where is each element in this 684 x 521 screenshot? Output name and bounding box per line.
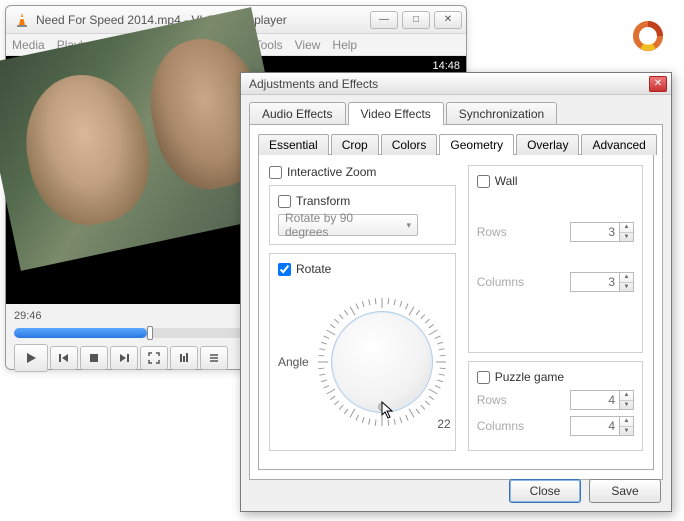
puzzle-rows-row: Rows ▲▼ bbox=[477, 390, 634, 410]
puzzle-cols-row: Columns ▲▼ bbox=[477, 416, 634, 436]
geometry-panel: Interactive Zoom Transform Rotate by 90 … bbox=[258, 154, 654, 470]
dialog-close-button[interactable]: ✕ bbox=[649, 76, 667, 92]
puzzle-rows-spinner[interactable]: ▲▼ bbox=[570, 390, 634, 410]
adjustments-dialog: Adjustments and Effects ✕ Audio Effects … bbox=[240, 72, 672, 512]
play-button[interactable] bbox=[14, 344, 48, 372]
angle-value: 22 bbox=[437, 417, 450, 431]
puzzle-input[interactable] bbox=[477, 371, 490, 384]
ring-icon bbox=[632, 20, 664, 52]
interactive-zoom-checkbox[interactable]: Interactive Zoom bbox=[269, 165, 456, 179]
prev-button[interactable] bbox=[50, 346, 78, 370]
elapsed-time: 29:46 bbox=[14, 310, 42, 322]
transform-checkbox[interactable]: Transform bbox=[278, 194, 447, 208]
subtab-essential[interactable]: Essential bbox=[258, 134, 329, 155]
wall-rows-label: Rows bbox=[477, 225, 507, 239]
puzzle-checkbox[interactable]: Puzzle game bbox=[477, 370, 634, 384]
wall-cols-label: Columns bbox=[477, 275, 524, 289]
wall-cols-stepper[interactable]: ▲▼ bbox=[620, 272, 634, 292]
wall-input[interactable] bbox=[477, 175, 490, 188]
wall-cols-spinner[interactable]: ▲▼ bbox=[570, 272, 634, 292]
minimize-button[interactable]: — bbox=[370, 11, 398, 29]
wall-rows-spinner[interactable]: ▲▼ bbox=[570, 222, 634, 242]
wall-label: Wall bbox=[495, 174, 518, 188]
sub-tabstrip: Essential Crop Colors Geometry Overlay A… bbox=[258, 133, 654, 154]
fullscreen-button[interactable] bbox=[140, 346, 168, 370]
transform-label: Transform bbox=[296, 194, 350, 208]
tab-audio-effects[interactable]: Audio Effects bbox=[249, 102, 346, 125]
puzzle-rows-input[interactable] bbox=[570, 390, 620, 410]
video-timestamp: 14:48 bbox=[432, 60, 460, 72]
rotate-checkbox[interactable]: Rotate bbox=[278, 262, 447, 276]
puzzle-group: Puzzle game Rows ▲▼ Columns ▲▼ bbox=[468, 361, 643, 451]
puzzle-cols-input[interactable] bbox=[570, 416, 620, 436]
puzzle-label: Puzzle game bbox=[495, 370, 564, 384]
wall-group: Wall Rows ▲▼ Columns ▲▼ bbox=[468, 165, 643, 353]
maximize-button[interactable]: □ bbox=[402, 11, 430, 29]
subtab-crop[interactable]: Crop bbox=[331, 134, 379, 155]
subtab-advanced[interactable]: Advanced bbox=[581, 134, 656, 155]
puzzle-cols-label: Columns bbox=[477, 419, 524, 433]
wall-checkbox[interactable]: Wall bbox=[477, 174, 634, 188]
stop-button[interactable] bbox=[80, 346, 108, 370]
dialog-button-row: Close Save bbox=[509, 479, 661, 503]
left-column: Interactive Zoom Transform Rotate by 90 … bbox=[269, 165, 456, 459]
menu-media[interactable]: Media bbox=[12, 38, 45, 52]
wall-rows-row: Rows ▲▼ bbox=[477, 222, 634, 242]
puzzle-rows-label: Rows bbox=[477, 393, 507, 407]
wall-cols-row: Columns ▲▼ bbox=[477, 272, 634, 292]
transform-select[interactable]: Rotate by 90 degrees bbox=[278, 214, 418, 236]
rotate-label: Rotate bbox=[296, 262, 331, 276]
dialog-titlebar[interactable]: Adjustments and Effects ✕ bbox=[241, 73, 671, 95]
angle-dial-row: Angle 22 bbox=[278, 282, 447, 442]
menu-view[interactable]: View bbox=[295, 38, 321, 52]
dial-knob[interactable] bbox=[331, 311, 433, 413]
wall-rows-input[interactable] bbox=[570, 222, 620, 242]
interactive-zoom-label: Interactive Zoom bbox=[287, 165, 376, 179]
transform-group: Transform Rotate by 90 degrees bbox=[269, 185, 456, 245]
tab-panel: Essential Crop Colors Geometry Overlay A… bbox=[249, 124, 663, 480]
subtab-colors[interactable]: Colors bbox=[381, 134, 438, 155]
playlist-button[interactable] bbox=[200, 346, 228, 370]
angle-dial[interactable]: 22 bbox=[317, 297, 447, 427]
tab-synchronization[interactable]: Synchronization bbox=[446, 102, 557, 125]
seek-handle[interactable] bbox=[147, 326, 153, 340]
subtab-overlay[interactable]: Overlay bbox=[516, 134, 579, 155]
puzzle-rows-stepper[interactable]: ▲▼ bbox=[620, 390, 634, 410]
wall-cols-input[interactable] bbox=[570, 272, 620, 292]
seek-progress bbox=[14, 328, 147, 338]
right-column: Wall Rows ▲▼ Columns ▲▼ bbox=[468, 165, 643, 459]
transform-option: Rotate by 90 degrees bbox=[285, 211, 399, 239]
rotate-input[interactable] bbox=[278, 263, 291, 276]
wall-rows-stepper[interactable]: ▲▼ bbox=[620, 222, 634, 242]
next-button[interactable] bbox=[110, 346, 138, 370]
close-button[interactable]: ✕ bbox=[434, 11, 462, 29]
interactive-zoom-input[interactable] bbox=[269, 166, 282, 179]
vlc-cone-icon bbox=[14, 12, 30, 28]
cursor-icon bbox=[381, 401, 397, 421]
save-button[interactable]: Save bbox=[589, 479, 661, 503]
rotate-group: Rotate Angle 22 bbox=[269, 253, 456, 451]
main-tabstrip: Audio Effects Video Effects Synchronizat… bbox=[241, 95, 671, 124]
subtab-geometry[interactable]: Geometry bbox=[439, 134, 514, 155]
tab-video-effects[interactable]: Video Effects bbox=[348, 102, 444, 125]
menu-help[interactable]: Help bbox=[332, 38, 357, 52]
transform-input[interactable] bbox=[278, 195, 291, 208]
puzzle-cols-stepper[interactable]: ▲▼ bbox=[620, 416, 634, 436]
ext-settings-button[interactable] bbox=[170, 346, 198, 370]
close-button[interactable]: Close bbox=[509, 479, 581, 503]
dialog-title: Adjustments and Effects bbox=[249, 77, 649, 91]
angle-label: Angle bbox=[278, 355, 309, 369]
puzzle-cols-spinner[interactable]: ▲▼ bbox=[570, 416, 634, 436]
